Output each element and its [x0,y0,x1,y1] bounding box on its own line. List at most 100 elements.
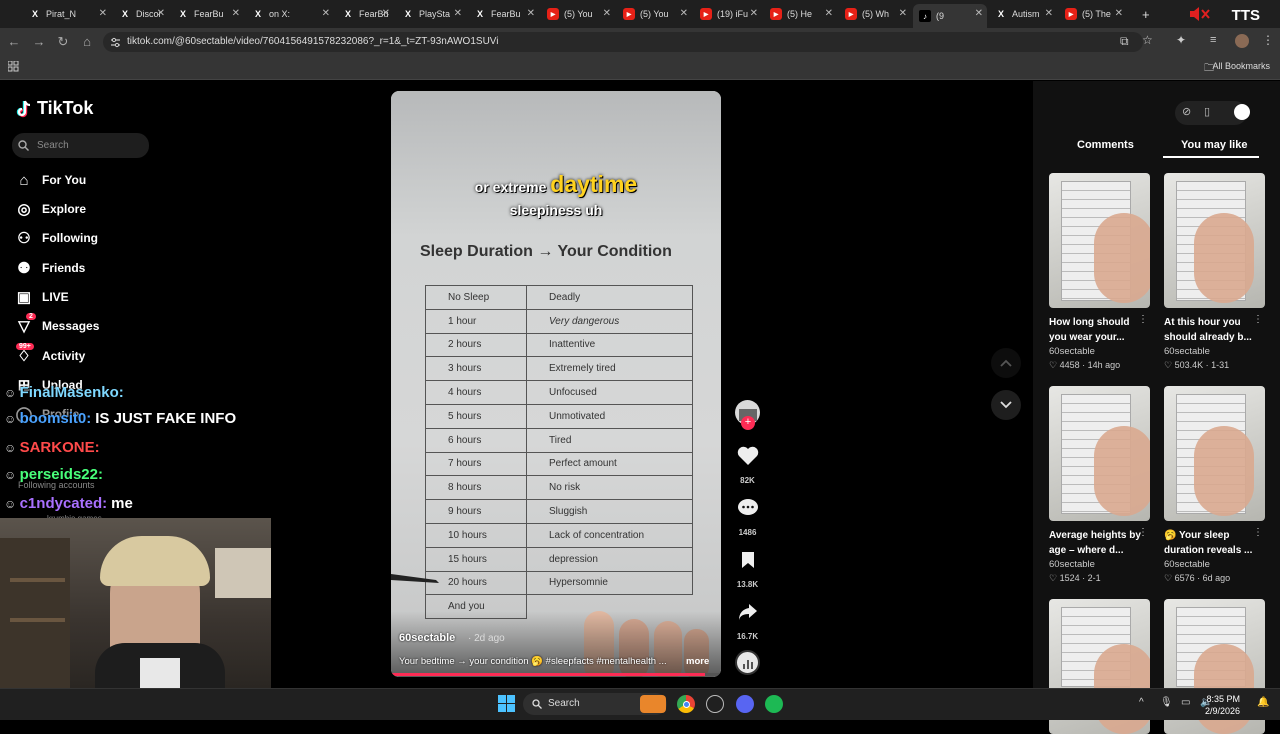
close-tab-icon[interactable]: ✕ [157,8,165,19]
theme-toggle-icon[interactable] [1234,104,1250,120]
close-tab-icon[interactable]: ✕ [825,8,833,19]
browser-tab[interactable]: ▶ (5) You ✕ [617,4,692,24]
sidebar-item-explore[interactable]: ◎ Explore [15,199,86,219]
close-tab-icon[interactable]: ✕ [603,8,611,19]
sidebar-item-for-you[interactable]: ⌂ For You [15,170,86,190]
comment-icon[interactable] [735,495,760,520]
more-button[interactable]: more [686,656,709,667]
like-heart-icon[interactable] [735,443,760,468]
mobile-icon[interactable]: ▯ [1204,105,1210,118]
microphone-icon[interactable]: 🎙 [1160,697,1173,708]
next-video-chevron-down-icon[interactable] [991,390,1021,420]
notification-bell-icon[interactable]: 🔔 [1257,697,1269,708]
sidebar-item-friends[interactable]: ⚉ Friends [15,258,85,278]
browser-tab[interactable]: X Pirat_N ✕ [23,4,111,24]
apps-grid-icon[interactable] [8,61,19,72]
browser-tab[interactable]: ▶ (5) Wh ✕ [839,4,911,24]
reading-list-icon[interactable]: ≡ [1210,34,1216,46]
tab-you-may-like[interactable]: You may like [1181,139,1247,151]
recommended-video[interactable]: Average heights by age – where d... 60sec… [1049,386,1150,584]
more-options-icon[interactable]: ⋮ [1253,527,1263,538]
close-tab-icon[interactable]: ✕ [680,8,688,19]
browser-tab[interactable]: Xon X: ✕ [246,4,334,24]
home-button-icon[interactable]: ⌂ [79,34,95,49]
url-field[interactable]: tiktok.com/@60sectable/video/76041564915… [103,32,1143,52]
browser-tab[interactable]: ▶ (19) iFu ✕ [694,4,762,24]
browser-tab[interactable]: ▶ (5) The ✕ [1059,4,1127,24]
video-author[interactable]: 60sectable [399,632,455,644]
video-thumbnail[interactable] [1164,386,1265,521]
cast-icon[interactable]: ⧉ [1120,34,1129,49]
recommended-video[interactable]: At this hour you should already b... 60se… [1164,173,1265,371]
reload-icon[interactable]: ↻ [55,34,71,50]
close-tab-icon[interactable]: ✕ [975,8,983,19]
tiktok-logo[interactable]: TikTok [16,98,93,119]
site-info-icon[interactable] [110,37,121,48]
recommended-video-title[interactable]: Average heights by age – where d... [1049,528,1141,558]
recommended-video-author[interactable]: 60sectable [1049,346,1150,357]
sidebar-item-following[interactable]: ⚇ Following [15,228,98,248]
close-tab-icon[interactable]: ✕ [899,8,907,19]
music-disc-icon[interactable] [735,650,760,675]
recommended-video-title[interactable]: At this hour you should already b... [1164,315,1256,345]
close-tab-icon[interactable]: ✕ [750,8,758,19]
profile-avatar-icon[interactable] [1235,34,1249,48]
more-options-icon[interactable]: ⋮ [1138,527,1148,538]
network-icon[interactable]: ▭ [1181,697,1190,708]
recommended-video-author[interactable]: 60sectable [1164,559,1265,570]
browser-tab[interactable]: X FearBu ✕ [336,4,394,24]
browser-tab[interactable]: ♪ (9 ✕ [913,4,987,28]
more-menu-icon[interactable]: ⋮ [1262,33,1274,47]
chrome-icon[interactable] [677,695,695,713]
browser-tab[interactable]: X Discor ✕ [113,4,169,24]
recommended-video-title[interactable]: 🥱 Your sleep duration reveals ... [1164,528,1256,558]
browser-tab[interactable]: X PlaySta ✕ [396,4,466,24]
spotify-icon[interactable] [765,695,783,713]
sidebar-item-live[interactable]: ▣ LIVE [15,287,69,307]
previous-video-chevron-up-icon[interactable] [991,348,1021,378]
back-arrow-icon[interactable]: ← [6,34,22,49]
share-arrow-icon[interactable] [735,599,760,624]
more-options-icon[interactable]: ⋮ [1253,314,1263,325]
close-tab-icon[interactable]: ✕ [527,8,535,19]
new-tab-button[interactable]: + [1136,4,1156,24]
forward-arrow-icon[interactable]: → [31,34,47,49]
search-input[interactable]: Search [12,133,149,158]
search-highlight-icon[interactable] [640,695,666,713]
bookmark-star-icon[interactable]: ☆ [1142,33,1153,47]
recommended-video[interactable]: How long should you wear your... 60sectab… [1049,173,1150,371]
more-options-icon[interactable]: ⋮ [1138,314,1148,325]
recommended-video-title[interactable]: How long should you wear your... [1049,315,1141,345]
video-player[interactable]: or extreme daytime sleepiness uh Sleep D… [391,91,721,677]
close-tab-icon[interactable]: ✕ [1115,8,1123,19]
system-clock[interactable]: 8:35 PM 2/9/2026 [1205,693,1240,717]
browser-tab[interactable]: ▶ (5) He ✕ [764,4,837,24]
bookmark-icon[interactable] [735,547,760,572]
browser-tab[interactable]: X FearBu ✕ [171,4,244,24]
close-tab-icon[interactable]: ✕ [232,8,240,19]
recommended-video[interactable]: 🥱 Your sleep duration reveals ... 60secta… [1164,386,1265,584]
video-thumbnail[interactable] [1164,173,1265,308]
video-thumbnail[interactable] [1049,173,1150,308]
recommended-video-author[interactable]: 60sectable [1049,559,1150,570]
close-tab-icon[interactable]: ✕ [454,8,462,19]
windows-start-icon[interactable] [498,695,515,712]
video-progress-bar[interactable] [391,673,721,676]
extensions-icon[interactable]: ✦ [1176,33,1186,47]
compass-small-icon[interactable]: ⊘ [1182,105,1191,118]
tab-comments[interactable]: Comments [1077,139,1134,151]
browser-tab[interactable]: X Autism ✕ [989,4,1057,24]
close-tab-icon[interactable]: ✕ [99,8,107,19]
browser-tab[interactable]: X FearBu ✕ [468,4,539,24]
app-icon[interactable] [706,695,724,713]
close-tab-icon[interactable]: ✕ [382,8,390,19]
close-tab-icon[interactable]: ✕ [322,8,330,19]
browser-tab[interactable]: ▶ (5) You ✕ [541,4,615,24]
video-thumbnail[interactable] [1049,386,1150,521]
close-tab-icon[interactable]: ✕ [1045,8,1053,19]
recommended-video-author[interactable]: 60sectable [1164,346,1265,357]
discord-icon[interactable] [736,695,754,713]
tray-chevron-up-icon[interactable]: ^ [1139,697,1144,708]
all-bookmarks-button[interactable]: All Bookmarks [1212,61,1270,71]
follow-plus-icon[interactable]: + [741,416,755,430]
